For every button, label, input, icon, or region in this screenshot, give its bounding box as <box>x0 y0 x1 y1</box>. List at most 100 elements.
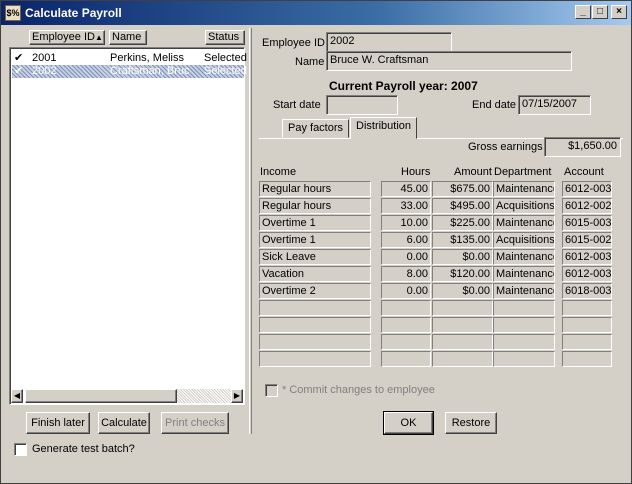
check-icon: ✔ <box>14 65 24 77</box>
payroll-app-icon: $% <box>5 5 21 21</box>
grid-cell-department[interactable]: Maintenance <box>493 249 555 265</box>
grid-cell-amount[interactable]: $495.00 <box>432 198 493 214</box>
grid-cell-account[interactable]: 6015-003 <box>562 215 612 231</box>
grid-cell-account[interactable]: 6012-002 <box>562 198 612 214</box>
grid-header-department: Department <box>494 166 552 178</box>
grid-cell-department[interactable]: Maintenance <box>493 215 555 231</box>
grid-cell-income[interactable] <box>259 300 371 316</box>
tab-distribution[interactable]: Distribution <box>350 117 418 139</box>
commit-changes-label: * Commit changes to employee <box>282 384 435 396</box>
finish-later-button[interactable]: Finish later <box>26 412 90 434</box>
grid-cell-account[interactable]: 6012-003 <box>562 266 612 282</box>
grid-cell-department[interactable] <box>493 300 555 316</box>
grid-cell-income[interactable]: Overtime 1 <box>259 215 371 231</box>
horizontal-scrollbar-track[interactable] <box>25 389 231 403</box>
grid-cell-hours[interactable]: 8.00 <box>381 266 431 282</box>
employee-id-field: 2002 <box>326 32 452 52</box>
list-item-status: Selected <box>204 52 247 64</box>
grid-cell-income[interactable] <box>259 317 371 333</box>
grid-cell-hours[interactable]: 0.00 <box>381 283 431 299</box>
end-date-field[interactable]: 07/15/2007 <box>518 95 591 115</box>
grid-cell-hours[interactable] <box>381 300 431 316</box>
grid-header-amount: Amount <box>454 166 492 178</box>
column-header-status[interactable]: Status <box>205 30 245 45</box>
end-date-label: End date <box>472 99 517 111</box>
scroll-right-icon[interactable]: ▶ <box>231 389 243 403</box>
employee-list[interactable]: ✔ 2001 Perkins, Meliss Selected ✔ 2002 Craftsm… <box>9 47 247 405</box>
grid-cell-hours[interactable]: 10.00 <box>381 215 431 231</box>
grid-cell-department[interactable] <box>493 351 555 367</box>
grid-cell-account[interactable] <box>562 317 612 333</box>
grid-cell-hours[interactable] <box>381 317 431 333</box>
grid-cell-amount[interactable]: $135.00 <box>432 232 493 248</box>
grid-cell-income[interactable]: Regular hours <box>259 198 371 214</box>
minimize-icon[interactable]: _ <box>575 5 591 19</box>
maximize-icon[interactable]: □ <box>592 5 608 19</box>
grid-cell-amount[interactable] <box>432 300 493 316</box>
list-item-name: Perkins, Meliss <box>110 52 184 64</box>
grid-cell-income[interactable]: Regular hours <box>259 181 371 197</box>
grid-cell-amount[interactable] <box>432 317 493 333</box>
grid-cell-department[interactable]: Acquisitions <box>493 232 555 248</box>
grid-cell-department[interactable]: Maintenance <box>493 283 555 299</box>
pane-splitter[interactable] <box>249 28 252 434</box>
ok-button[interactable]: OK <box>383 411 434 435</box>
grid-cell-account[interactable] <box>562 300 612 316</box>
grid-cell-amount[interactable]: $0.00 <box>432 283 493 299</box>
grid-header-hours: Hours <box>401 166 431 178</box>
grid-cell-department[interactable]: Maintenance <box>493 181 555 197</box>
list-item-id: 2002 <box>32 65 57 77</box>
grid-cell-income[interactable]: Sick Leave <box>259 249 371 265</box>
grid-header-income: Income <box>260 166 297 178</box>
grid-cell-income[interactable]: Vacation <box>259 266 371 282</box>
grid-cell-amount[interactable]: $0.00 <box>432 249 493 265</box>
gross-earnings-label: Gross earnings <box>468 141 543 153</box>
list-item-name: Craftsman, Bruc <box>110 65 190 77</box>
grid-cell-hours[interactable] <box>381 334 431 350</box>
grid-cell-account[interactable]: 6018-003 <box>562 283 612 299</box>
grid-cell-amount[interactable]: $120.00 <box>432 266 493 282</box>
grid-cell-department[interactable]: Acquisitions <box>493 198 555 214</box>
title-bar[interactable]: $% Calculate Payroll _ □ × <box>1 1 631 25</box>
list-item[interactable]: ✔ 2001 Perkins, Meliss Selected <box>12 52 247 65</box>
check-icon: ✔ <box>14 52 24 64</box>
grid-cell-income[interactable] <box>259 351 371 367</box>
grid-cell-hours[interactable]: 33.00 <box>381 198 431 214</box>
grid-cell-amount[interactable]: $225.00 <box>432 215 493 231</box>
scroll-left-icon[interactable]: ◀ <box>11 389 23 403</box>
grid-cell-department[interactable] <box>493 334 555 350</box>
grid-cell-amount[interactable] <box>432 334 493 350</box>
close-icon[interactable]: × <box>611 5 627 19</box>
grid-cell-account[interactable] <box>562 351 612 367</box>
sort-ascending-icon: ▲ <box>94 33 103 42</box>
list-item-id: 2001 <box>32 52 57 64</box>
grid-cell-department[interactable]: Maintenance <box>493 266 555 282</box>
grid-cell-hours[interactable]: 45.00 <box>381 181 431 197</box>
commit-changes-checkbox[interactable] <box>265 384 278 397</box>
grid-cell-hours[interactable]: 6.00 <box>381 232 431 248</box>
grid-cell-amount[interactable]: $675.00 <box>432 181 493 197</box>
calculate-button[interactable]: Calculate <box>98 412 150 434</box>
column-header-name[interactable]: Name <box>109 30 147 45</box>
grid-cell-hours[interactable] <box>381 351 431 367</box>
grid-cell-income[interactable] <box>259 334 371 350</box>
restore-button[interactable]: Restore <box>445 412 497 434</box>
tab-pay-factors[interactable]: Pay factors <box>282 119 350 138</box>
start-date-field[interactable] <box>326 95 398 115</box>
print-checks-button[interactable]: Print checks <box>161 412 229 434</box>
grid-cell-account[interactable]: 6012-003 <box>562 249 612 265</box>
column-header-employee-id[interactable]: Employee ID▲ <box>29 30 105 45</box>
grid-cell-account[interactable]: 6015-002 <box>562 232 612 248</box>
grid-cell-department[interactable] <box>493 317 555 333</box>
grid-cell-income[interactable]: Overtime 1 <box>259 232 371 248</box>
grid-cell-hours[interactable]: 0.00 <box>381 249 431 265</box>
grid-cell-account[interactable]: 6012-003 <box>562 181 612 197</box>
grid-cell-amount[interactable] <box>432 351 493 367</box>
grid-cell-income[interactable]: Overtime 2 <box>259 283 371 299</box>
grid-cell-account[interactable] <box>562 334 612 350</box>
generate-test-batch-checkbox[interactable] <box>14 443 27 456</box>
horizontal-scrollbar-thumb[interactable] <box>25 389 177 403</box>
calculate-payroll-window: $% Calculate Payroll _ □ × Employee ID▲ … <box>0 0 632 484</box>
list-item[interactable]: ✔ 2002 Craftsman, Bruc Selected <box>12 65 247 78</box>
employee-name-label: Name <box>295 56 325 68</box>
